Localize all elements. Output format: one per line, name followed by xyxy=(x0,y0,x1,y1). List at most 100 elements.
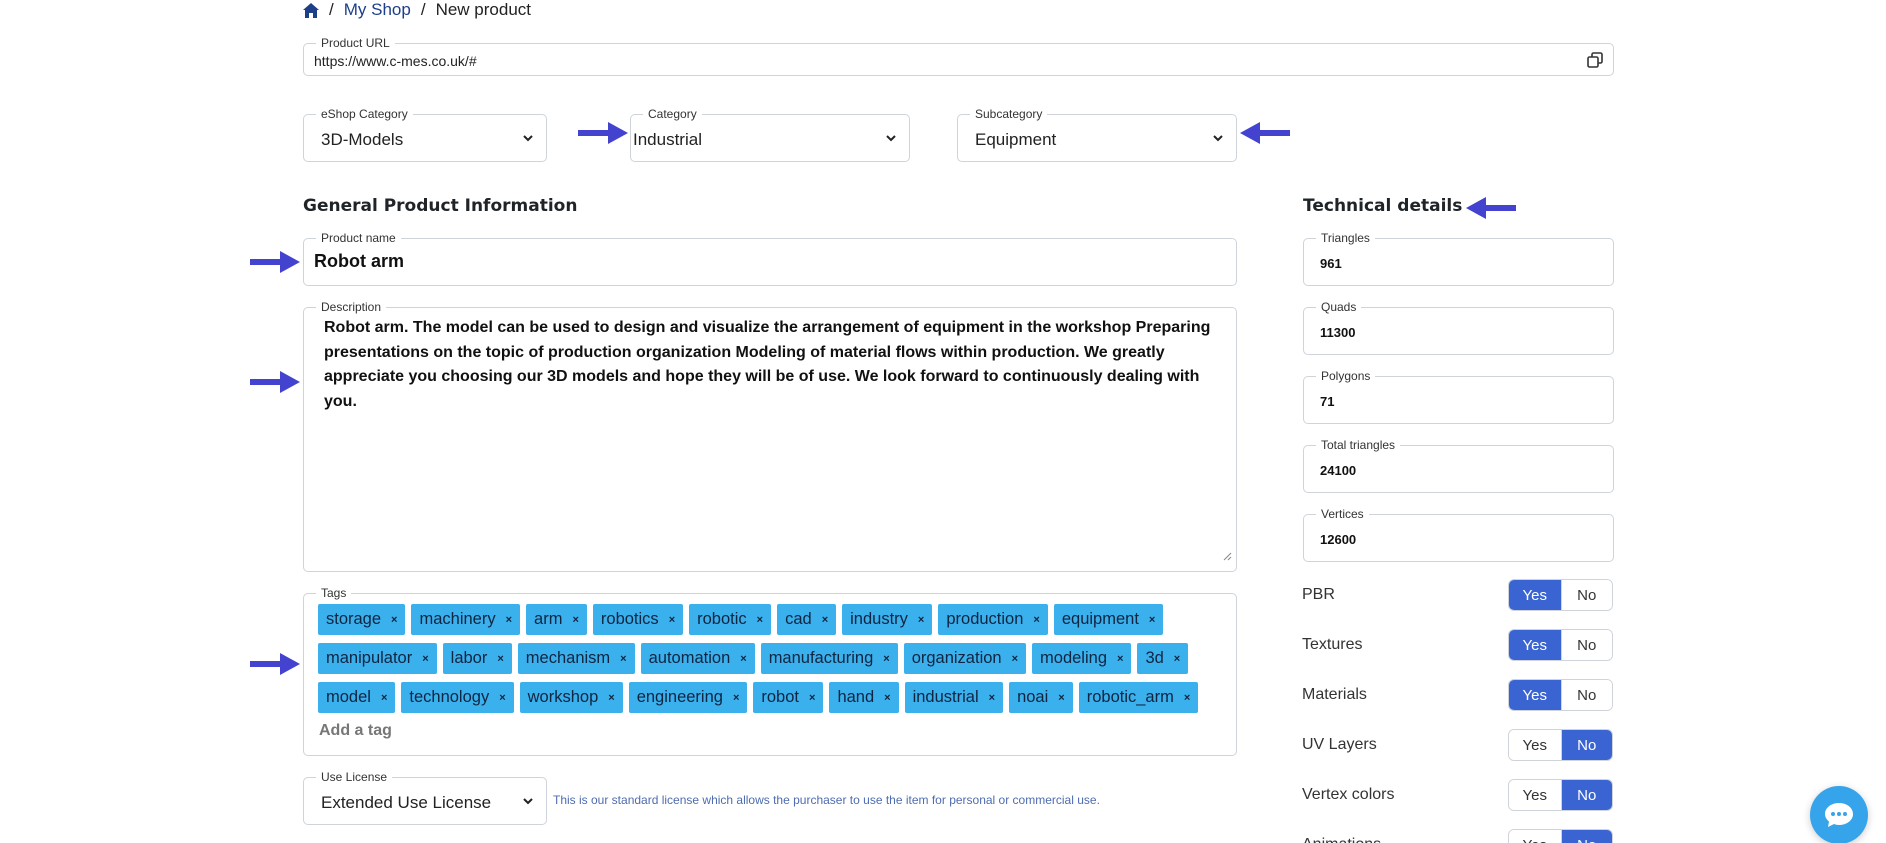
tag-remove-icon[interactable]: × xyxy=(422,653,428,665)
toggle-no-button[interactable]: No xyxy=(1560,780,1612,810)
yes-no-toggle: YesNo xyxy=(1508,829,1613,843)
toggle-no-button[interactable]: No xyxy=(1560,830,1612,843)
description-textarea[interactable]: Description Robot arm. The model can be … xyxy=(303,300,1237,572)
tag-remove-icon[interactable]: × xyxy=(572,614,578,626)
technical-field[interactable]: Polygons 71 xyxy=(1303,369,1614,424)
toggle-yes-button[interactable]: Yes xyxy=(1509,830,1561,843)
copy-icon[interactable] xyxy=(1587,52,1603,68)
yes-no-toggle: YesNo xyxy=(1508,629,1613,661)
tag-remove-icon[interactable]: × xyxy=(822,614,828,626)
tag-remove-icon[interactable]: × xyxy=(391,614,397,626)
tags-field[interactable]: Tags storage × machinery × arm × robotics × robo… xyxy=(303,586,1237,756)
product-name-field[interactable]: Product name Robot arm xyxy=(303,231,1237,286)
tag-item: labor × xyxy=(442,643,512,674)
tag-item: modeling × xyxy=(1032,643,1132,674)
tag-item: industry × xyxy=(842,604,933,635)
technical-field-value: 961 xyxy=(1320,256,1342,271)
tag-remove-icon[interactable]: × xyxy=(506,614,512,626)
tag-remove-icon[interactable]: × xyxy=(883,653,889,665)
tag-remove-icon[interactable]: × xyxy=(809,692,815,704)
tag-remove-icon[interactable]: × xyxy=(733,692,739,704)
product-url-label: Product URL xyxy=(316,36,395,50)
toggle-no-button[interactable]: No xyxy=(1560,680,1612,710)
yes-no-toggle: YesNo xyxy=(1508,779,1613,811)
toggle-yes-button[interactable]: Yes xyxy=(1509,580,1561,610)
tag-remove-icon[interactable]: × xyxy=(381,692,387,704)
chevron-down-icon xyxy=(523,798,533,805)
tag-item: cad × xyxy=(777,604,837,635)
tag-label: cad xyxy=(785,610,812,628)
toggle-no-button[interactable]: No xyxy=(1560,630,1612,660)
tag-remove-icon[interactable]: × xyxy=(918,614,924,626)
tag-label: robot xyxy=(761,688,799,706)
tag-remove-icon[interactable]: × xyxy=(620,653,626,665)
tag-item: machinery × xyxy=(411,604,521,635)
tag-item: mechanism × xyxy=(517,643,635,674)
tag-remove-icon[interactable]: × xyxy=(989,692,995,704)
breadcrumb-separator: / xyxy=(420,0,426,19)
resize-grip-icon[interactable] xyxy=(1222,551,1232,561)
technical-field[interactable]: Total triangles 24100 xyxy=(1303,438,1614,493)
tag-remove-icon[interactable]: × xyxy=(1174,653,1180,665)
tag-label: engineering xyxy=(636,688,723,706)
technical-field-label: Vertices xyxy=(1316,507,1369,521)
toggle-yes-button[interactable]: Yes xyxy=(1509,730,1561,760)
subcategory-select[interactable]: Subcategory Equipment xyxy=(957,107,1237,162)
chat-button[interactable] xyxy=(1810,786,1868,843)
tag-label: machinery xyxy=(419,610,496,628)
toggle-label: Animations xyxy=(1302,836,1381,843)
eshop-category-select[interactable]: eShop Category 3D-Models xyxy=(303,107,547,162)
tag-item: technology × xyxy=(401,682,514,713)
toggle-no-button[interactable]: No xyxy=(1560,730,1612,760)
tag-remove-icon[interactable]: × xyxy=(497,653,503,665)
technical-field[interactable]: Quads 11300 xyxy=(1303,300,1614,355)
tag-remove-icon[interactable]: × xyxy=(1012,653,1018,665)
tag-item: arm × xyxy=(526,604,587,635)
product-url-field[interactable]: Product URL https://www.c-mes.co.uk/# xyxy=(303,36,1614,76)
chevron-down-icon xyxy=(1213,135,1223,142)
category-value: Industrial xyxy=(633,130,702,149)
eshop-category-label: eShop Category xyxy=(316,107,413,121)
use-license-select[interactable]: Use License Extended Use License xyxy=(303,770,547,825)
tag-label: industrial xyxy=(912,688,979,706)
technical-field-label: Polygons xyxy=(1316,369,1376,383)
tag-item: manufacturing × xyxy=(760,643,898,674)
tag-remove-icon[interactable]: × xyxy=(499,692,505,704)
license-hint: This is our standard license which allow… xyxy=(553,793,1100,807)
tag-remove-icon[interactable]: × xyxy=(1184,692,1190,704)
toggle-yes-button[interactable]: Yes xyxy=(1509,630,1561,660)
home-icon[interactable] xyxy=(303,2,319,18)
tag-remove-icon[interactable]: × xyxy=(1117,653,1123,665)
tag-item: 3d × xyxy=(1137,643,1189,674)
chevron-down-icon xyxy=(886,135,896,142)
technical-field-value: 12600 xyxy=(1320,532,1357,547)
tag-remove-icon[interactable]: × xyxy=(1149,614,1155,626)
category-select[interactable]: Category Industrial xyxy=(630,107,910,162)
technical-field-label: Total triangles xyxy=(1316,438,1401,452)
tag-remove-icon[interactable]: × xyxy=(884,692,890,704)
tag-item: robot × xyxy=(753,682,824,713)
tag-remove-icon[interactable]: × xyxy=(740,653,746,665)
description-value: Robot arm. The model can be used to desi… xyxy=(324,319,1211,410)
use-license-label: Use License xyxy=(316,770,393,784)
tag-label: model xyxy=(326,688,371,706)
arrow-right-icon xyxy=(250,251,300,273)
breadcrumb-current: New product xyxy=(435,0,531,19)
tag-label: production xyxy=(946,610,1024,628)
tag-label: robotic_arm xyxy=(1086,688,1174,706)
breadcrumb-my-shop[interactable]: My Shop xyxy=(344,0,411,20)
tag-remove-icon[interactable]: × xyxy=(757,614,763,626)
toggle-no-button[interactable]: No xyxy=(1560,580,1612,610)
tag-remove-icon[interactable]: × xyxy=(1033,614,1039,626)
technical-field[interactable]: Vertices 12600 xyxy=(1303,507,1614,562)
yes-no-toggle: YesNo xyxy=(1508,679,1613,711)
tag-remove-icon[interactable]: × xyxy=(669,614,675,626)
tag-remove-icon[interactable]: × xyxy=(608,692,614,704)
technical-field-label: Triangles xyxy=(1316,231,1375,245)
toggle-yes-button[interactable]: Yes xyxy=(1509,780,1561,810)
add-tag-input[interactable]: Add a tag xyxy=(319,722,392,740)
technical-field[interactable]: Triangles 961 xyxy=(1303,231,1614,286)
toggle-label: Textures xyxy=(1302,636,1363,653)
toggle-yes-button[interactable]: Yes xyxy=(1509,680,1561,710)
tag-remove-icon[interactable]: × xyxy=(1058,692,1064,704)
